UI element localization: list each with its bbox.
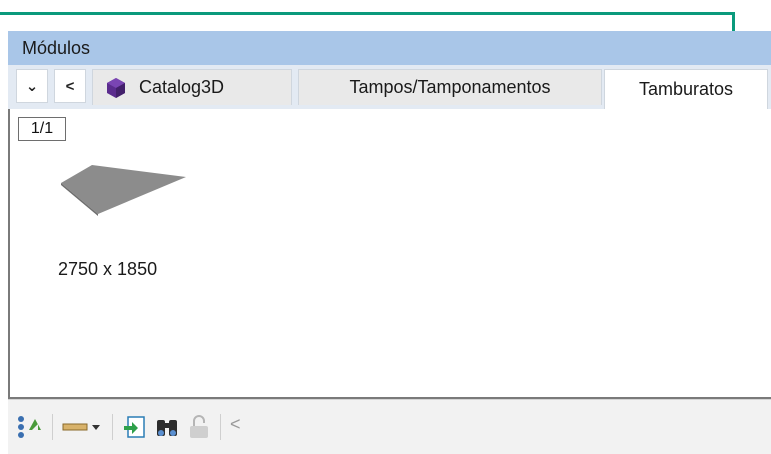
tab-bar: ⌄ < Catalog3D Tampos/Tamponamentos Tambu… bbox=[8, 65, 771, 110]
bottom-toolbar: < bbox=[8, 399, 771, 454]
module-item-label: 2750 x 1850 bbox=[58, 259, 158, 279]
tab-scroll-left-button[interactable]: < bbox=[54, 69, 86, 103]
toolbar-scroll-left-icon[interactable]: < bbox=[230, 414, 241, 435]
panel-title: Módulos bbox=[8, 31, 771, 65]
tab-tampos-tamponamentos[interactable]: Tampos/Tamponamentos bbox=[298, 69, 602, 105]
page-indicator: 1/1 bbox=[18, 117, 66, 141]
toolbar-separator bbox=[112, 414, 113, 440]
lock-icon[interactable] bbox=[186, 414, 212, 440]
gray-panel-thumbnail bbox=[61, 165, 186, 216]
import-icon[interactable] bbox=[122, 414, 148, 440]
chevron-left-icon: < bbox=[65, 77, 75, 95]
module-gallery: 1/1 2750 x 1850 bbox=[8, 109, 771, 399]
tab-list-dropdown-button[interactable]: ⌄ bbox=[16, 69, 48, 103]
tab-label: Tampos/Tamponamentos bbox=[349, 77, 551, 97]
binoculars-icon[interactable] bbox=[154, 414, 180, 440]
chevron-down-icon: ⌄ bbox=[25, 78, 39, 95]
tab-tamburatos[interactable]: Tamburatos bbox=[604, 69, 768, 109]
toolbar-separator bbox=[52, 414, 53, 440]
tab-label: Catalog3D bbox=[139, 77, 225, 97]
toolbar-separator bbox=[220, 414, 221, 440]
tree-refresh-icon[interactable] bbox=[16, 414, 42, 440]
tab-catalog3d[interactable]: Catalog3D bbox=[92, 69, 292, 105]
dimension-dropdown-icon[interactable] bbox=[62, 414, 102, 440]
cube-icon bbox=[107, 77, 125, 98]
tab-label: Tamburatos bbox=[638, 79, 734, 99]
callout-top-horizontal-line bbox=[0, 12, 735, 15]
